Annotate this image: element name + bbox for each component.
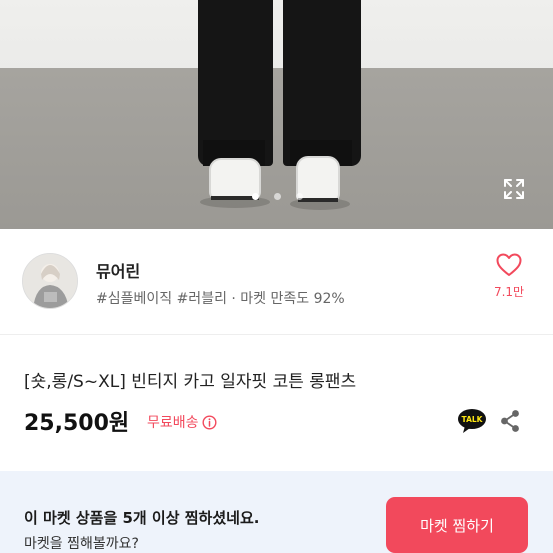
share-icon[interactable] [499, 409, 521, 433]
gallery-pagination [252, 193, 303, 200]
product-title: [숏,롱/S~XL] 빈티지 카고 일자핏 코튼 롱팬츠 [24, 372, 357, 392]
banner-main-text: 이 마켓 상품을 5개 이상 찜하셨네요. [24, 509, 260, 527]
expand-icon[interactable] [503, 178, 525, 200]
product-price: 25,500원 [24, 411, 130, 436]
kakaotalk-icon[interactable]: TALK [457, 408, 487, 434]
sneaker-sole-right [298, 198, 338, 202]
shipping-label: 무료배송 [147, 415, 199, 431]
banner-sub-text: 마켓을 찜해볼까요? [24, 536, 139, 552]
product-image[interactable] [0, 0, 553, 229]
heart-icon [496, 253, 522, 276]
seller-tags-satisfaction: #심플베이직 #러블리 · 마켓 만족도 92% [96, 291, 345, 307]
avatar-photo [23, 254, 77, 308]
info-icon[interactable] [202, 414, 217, 430]
seller-avatar[interactable] [22, 253, 78, 309]
talk-label: TALK [462, 415, 484, 424]
gallery-dot[interactable] [252, 193, 259, 200]
gallery-dot[interactable] [296, 193, 303, 200]
like-count: 7.1만 [493, 285, 525, 299]
like-button[interactable]: 7.1만 [488, 253, 530, 300]
free-shipping-badge[interactable]: 무료배송 [147, 412, 217, 432]
follow-market-banner: 이 마켓 상품을 5개 이상 찜하셨네요. 마켓을 찜해볼까요? 마켓 찜하기 [0, 471, 553, 553]
seller-section: 뮤어린 #심플베이직 #러블리 · 마켓 만족도 92% 7.1만 [0, 229, 553, 335]
gallery-dot[interactable] [274, 193, 281, 200]
seller-name[interactable]: 뮤어린 [96, 258, 140, 282]
follow-market-button[interactable]: 마켓 찜하기 [386, 497, 528, 553]
